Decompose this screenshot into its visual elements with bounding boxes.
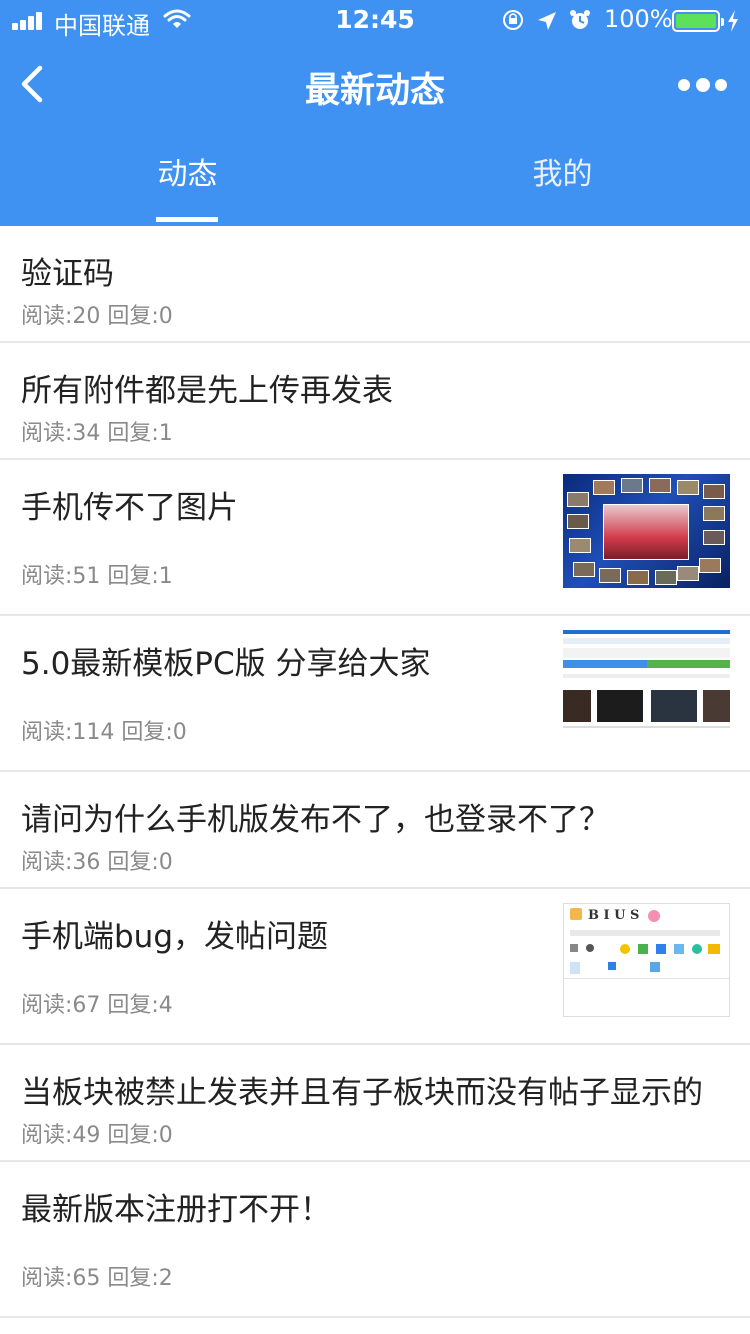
post-thumbnail: B I U S (563, 903, 730, 1017)
alarm-icon (570, 10, 590, 29)
page-title: 最新动态 (304, 71, 445, 111)
post-meta: 阅读:49 回复:0 (21, 1123, 173, 1148)
tab-mine[interactable]: 我的 (375, 150, 750, 226)
post-title: 手机传不了图片 (21, 490, 238, 526)
post-meta: 阅读:20 回复:0 (21, 304, 173, 329)
list-item[interactable]: 请问为什么手机版发布不了，也登录不了？ 阅读:36 回复:0 (0, 772, 750, 889)
list-item[interactable]: 最新版本注册打不开！ 阅读:65 回复:2 (0, 1162, 750, 1318)
battery-icon (672, 10, 724, 32)
list-item[interactable]: 验证码 阅读:20 回复:0 (0, 226, 750, 343)
app-header: 中国联通 12:45 100% 最新动态 动态 我的 (0, 0, 750, 226)
list-item[interactable]: 手机传不了图片 阅读:51 回复:1 (0, 460, 750, 616)
post-title: 手机端bug，发帖问题 (21, 919, 329, 955)
post-meta: 阅读:114 回复:0 (21, 720, 187, 745)
tab-dynamic[interactable]: 动态 (0, 150, 375, 226)
post-title: 验证码 (21, 256, 114, 292)
post-title: 所有附件都是先上传再发表 (21, 373, 393, 409)
tab-label: 我的 (532, 157, 593, 192)
charging-icon (728, 10, 738, 32)
post-meta: 阅读:34 回复:1 (21, 421, 173, 446)
location-icon (538, 12, 556, 30)
post-thumbnail (563, 474, 730, 588)
list-item[interactable]: 5.0最新模板PC版 分享给大家 阅读:114 回复:0 (0, 616, 750, 772)
post-title: 当板块被禁止发表并且有子板块而没有帖子显示的 (21, 1075, 703, 1111)
post-title: 最新版本注册打不开！ (21, 1192, 331, 1228)
tab-active-indicator (156, 217, 218, 222)
post-thumbnail (563, 630, 730, 744)
tab-label: 动态 (157, 157, 218, 192)
post-list: 验证码 阅读:20 回复:0 所有附件都是先上传再发表 阅读:34 回复:1 手… (0, 226, 750, 1318)
post-meta: 阅读:65 回复:2 (21, 1266, 173, 1291)
post-meta: 阅读:67 回复:4 (21, 993, 173, 1018)
lock-rotation-icon (503, 10, 523, 30)
list-item[interactable]: 手机端bug，发帖问题 阅读:67 回复:4 B I U S (0, 889, 750, 1045)
battery-percent: 100% (604, 5, 673, 33)
post-title: 5.0最新模板PC版 分享给大家 (21, 646, 431, 682)
post-meta: 阅读:51 回复:1 (21, 564, 173, 589)
more-icon[interactable] (674, 66, 730, 102)
list-item[interactable]: 所有附件都是先上传再发表 阅读:34 回复:1 (0, 343, 750, 460)
status-bar: 中国联通 12:45 100% (0, 0, 750, 40)
status-icons (503, 10, 590, 30)
post-meta: 阅读:36 回复:0 (21, 850, 173, 875)
list-item[interactable]: 当板块被禁止发表并且有子板块而没有帖子显示的 阅读:49 回复:0 (0, 1045, 750, 1162)
post-title: 请问为什么手机版发布不了，也登录不了？ (21, 802, 610, 838)
